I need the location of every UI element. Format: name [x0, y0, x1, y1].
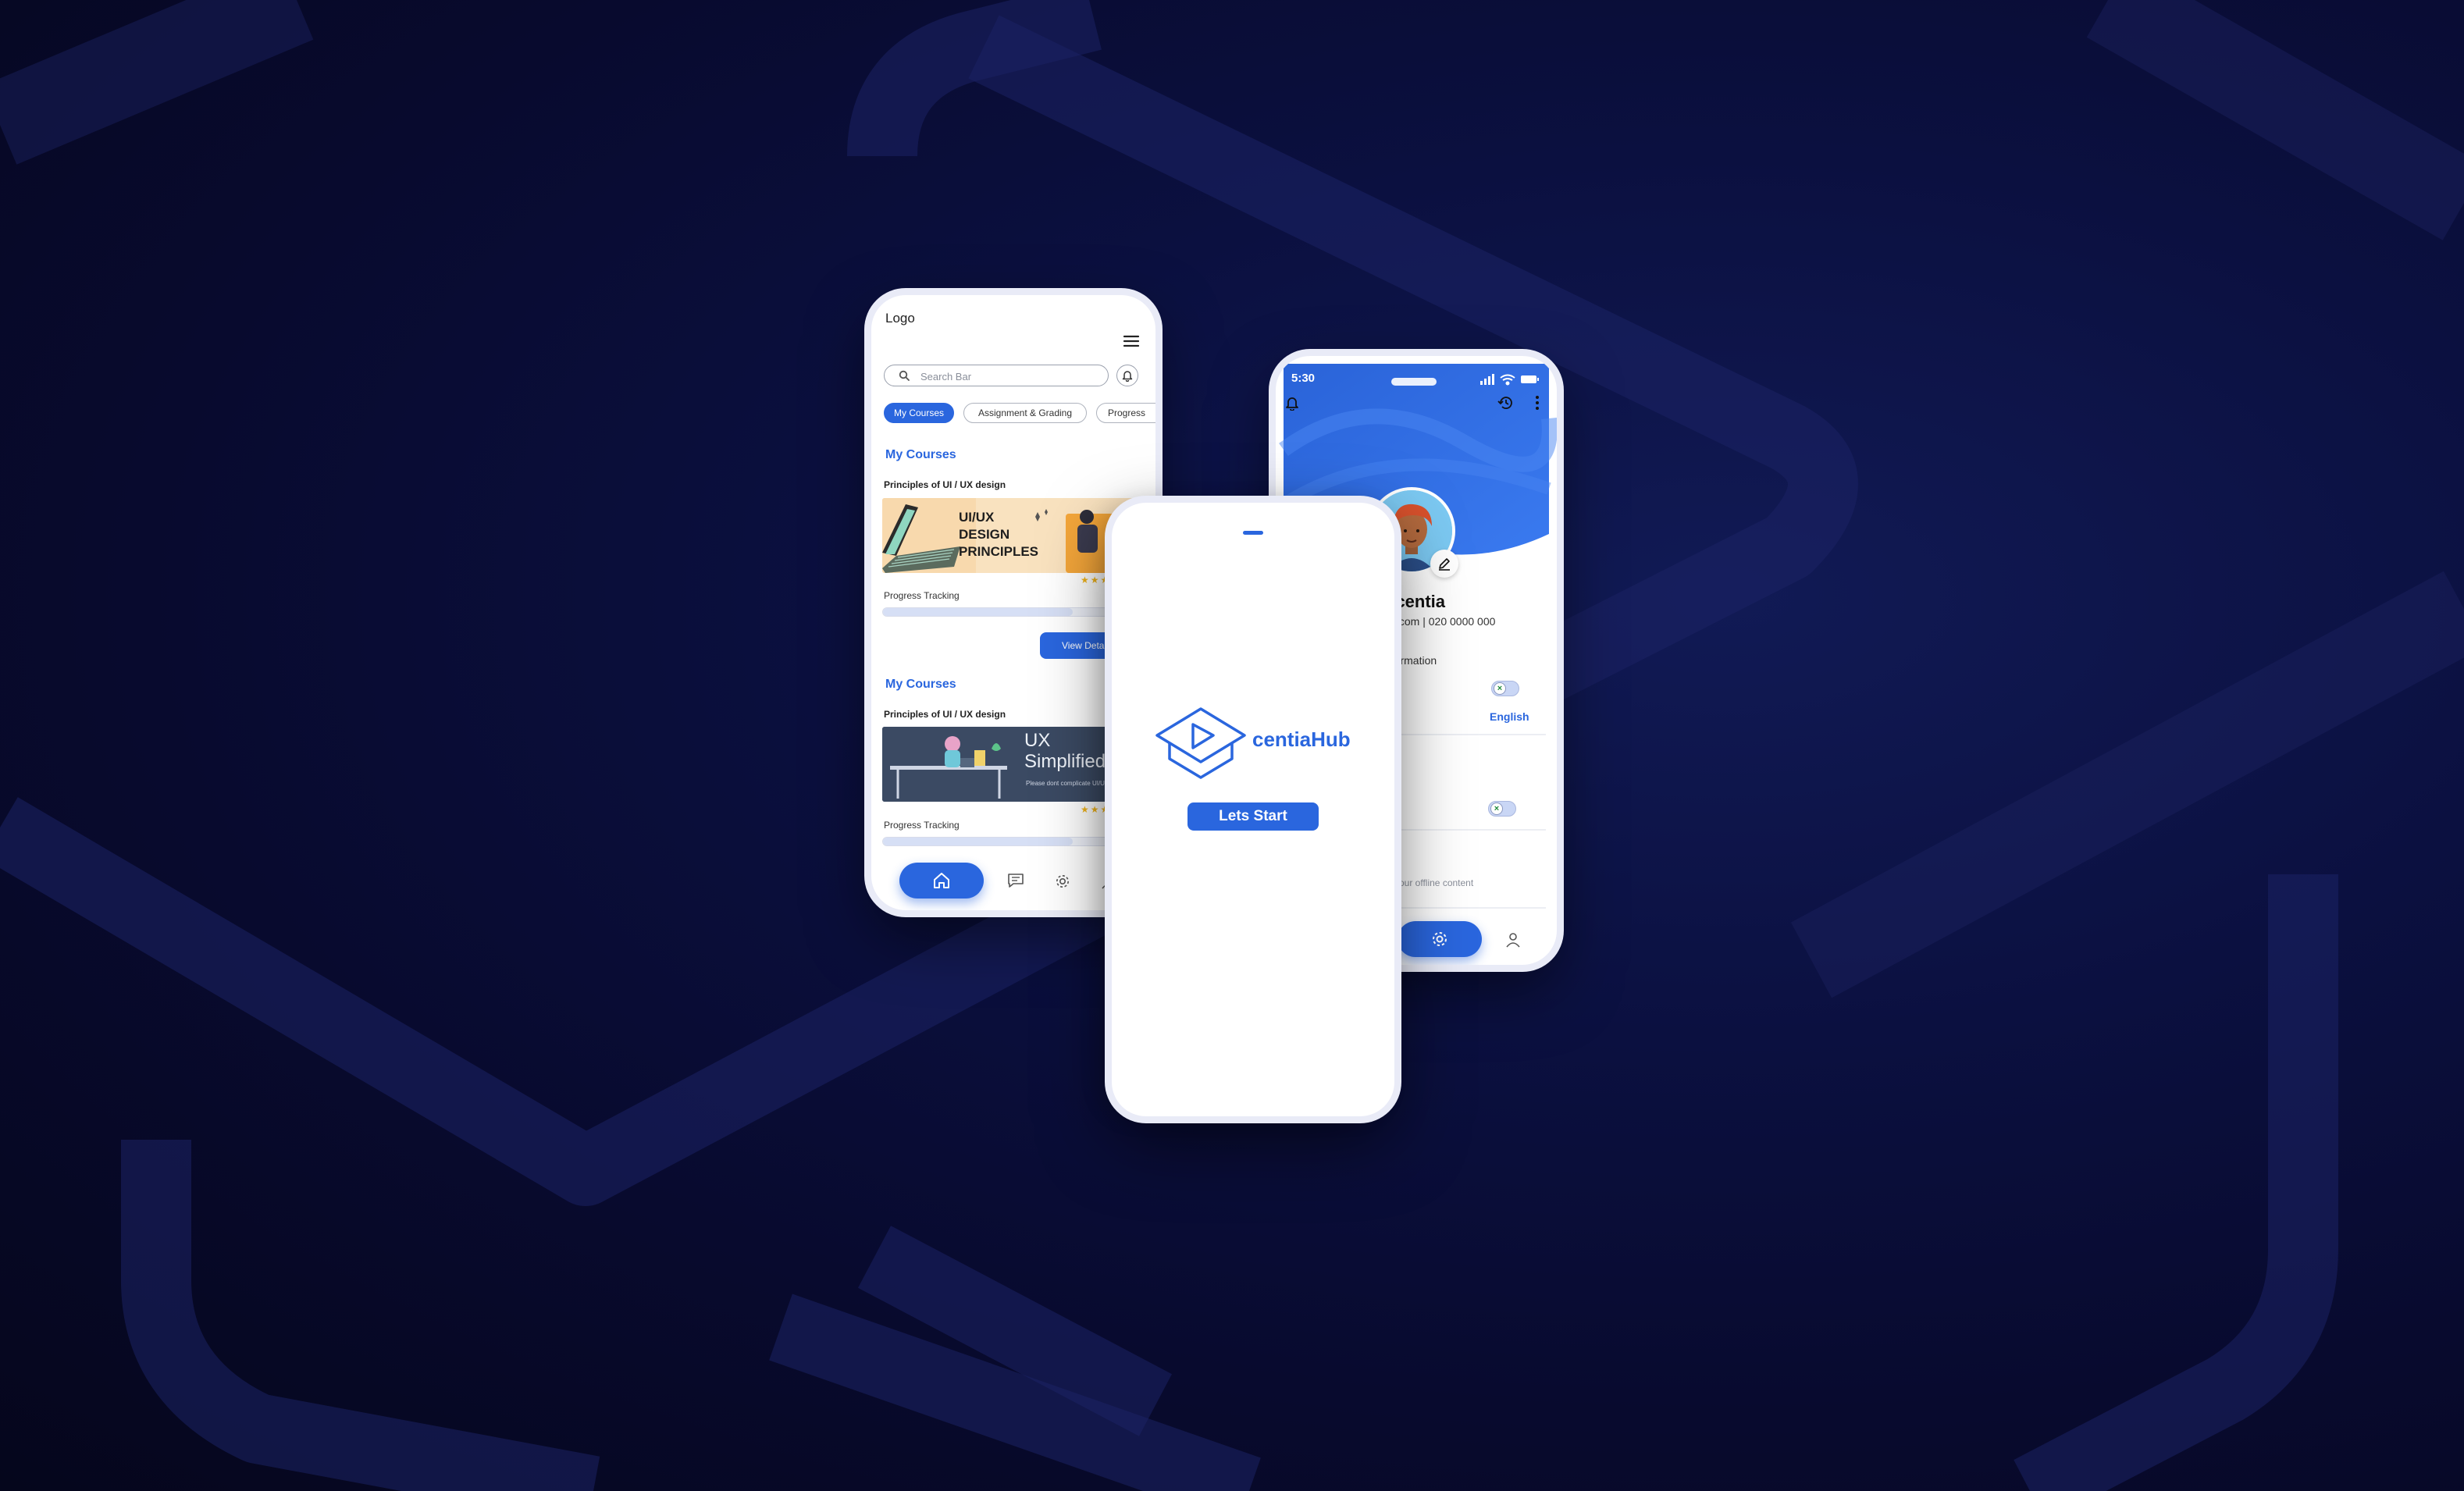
splash-phone-screen: centiaHub Lets Start: [1112, 503, 1394, 1116]
battery-icon: [1521, 375, 1539, 383]
toggle-switch[interactable]: ×: [1488, 801, 1516, 817]
banner-title: UX Simplified: [1024, 730, 1106, 772]
status-icons: [1480, 373, 1543, 390]
progress-bar: [882, 837, 1148, 846]
progress-label: Progress Tracking: [884, 820, 960, 831]
progress-bar: [882, 607, 1148, 617]
signal-icon: [1480, 374, 1494, 385]
user-icon[interactable]: [1505, 931, 1521, 948]
rating-stars: ★★★: [1081, 575, 1111, 585]
lets-start-button[interactable]: Lets Start: [1187, 802, 1319, 831]
toggle-knob: ×: [1494, 682, 1506, 695]
language-value[interactable]: English: [1490, 710, 1529, 723]
brand-name: centiaHub: [1252, 728, 1351, 751]
progress-fill: [883, 608, 1074, 616]
history-icon[interactable]: [1497, 395, 1515, 411]
notification-button[interactable]: [1116, 365, 1138, 386]
tab-progress[interactable]: Progress: [1096, 403, 1155, 423]
search-bar[interactable]: Search Bar: [884, 365, 1109, 386]
nav-home-button[interactable]: [899, 863, 984, 899]
course-banner-ux-simplified[interactable]: UX Simplified Please dont complicate UI/…: [882, 727, 1148, 802]
toggle-knob: ×: [1490, 802, 1503, 815]
status-time: 5:30: [1291, 372, 1316, 385]
wifi-icon: [1500, 374, 1515, 386]
rating-stars: ★★★: [1081, 804, 1111, 815]
bell-icon: [1122, 369, 1133, 382]
profile-contact: ail.com | 020 0000 000: [1385, 615, 1496, 628]
settings-icon: [1430, 930, 1449, 948]
progress-label: Progress Tracking: [884, 590, 960, 601]
more-vertical-icon[interactable]: [1535, 395, 1540, 411]
bell-icon[interactable]: [1285, 395, 1299, 411]
banner-subtitle: Please dont complicate UI/UX: [1026, 780, 1109, 787]
divider: [1385, 829, 1546, 831]
search-placeholder: Search Bar: [920, 371, 972, 383]
nav-settings-button[interactable]: [1398, 921, 1482, 957]
app-logo[interactable]: Logo: [885, 311, 915, 326]
divider: [1385, 734, 1546, 735]
tab-assignment-grading[interactable]: Assignment & Grading: [963, 403, 1087, 423]
settings-icon[interactable]: [1054, 873, 1071, 890]
section-title: My Courses: [885, 678, 956, 691]
progress-fill: [883, 838, 1074, 845]
pencil-icon: [1437, 557, 1451, 571]
section-title: My Courses: [885, 448, 956, 461]
tab-my-courses[interactable]: My Courses: [884, 403, 954, 423]
banner-line: DESIGN: [959, 527, 1010, 542]
notch-indicator: [1243, 531, 1263, 535]
dynamic-island: [1391, 378, 1437, 386]
toggle-switch[interactable]: ×: [1491, 681, 1519, 696]
banner-line: PRINCIPLES: [959, 544, 1039, 559]
offline-content-label[interactable]: your offline content: [1394, 877, 1473, 888]
banner-line: UI/UX: [959, 510, 995, 525]
course-name: Principles of UI / UX design: [884, 709, 1006, 720]
divider: [1385, 907, 1546, 909]
chat-icon[interactable]: [1007, 873, 1024, 888]
search-icon: [899, 370, 910, 381]
course-name: Principles of UI / UX design: [884, 479, 1006, 490]
edit-avatar-button[interactable]: [1430, 550, 1458, 578]
home-icon: [932, 872, 951, 889]
course-banner-uiux[interactable]: UI/UX DESIGN PRINCIPLES: [882, 498, 1148, 573]
graduation-cap-play-icon: [1154, 703, 1248, 781]
hamburger-menu-icon[interactable]: [1123, 334, 1140, 348]
